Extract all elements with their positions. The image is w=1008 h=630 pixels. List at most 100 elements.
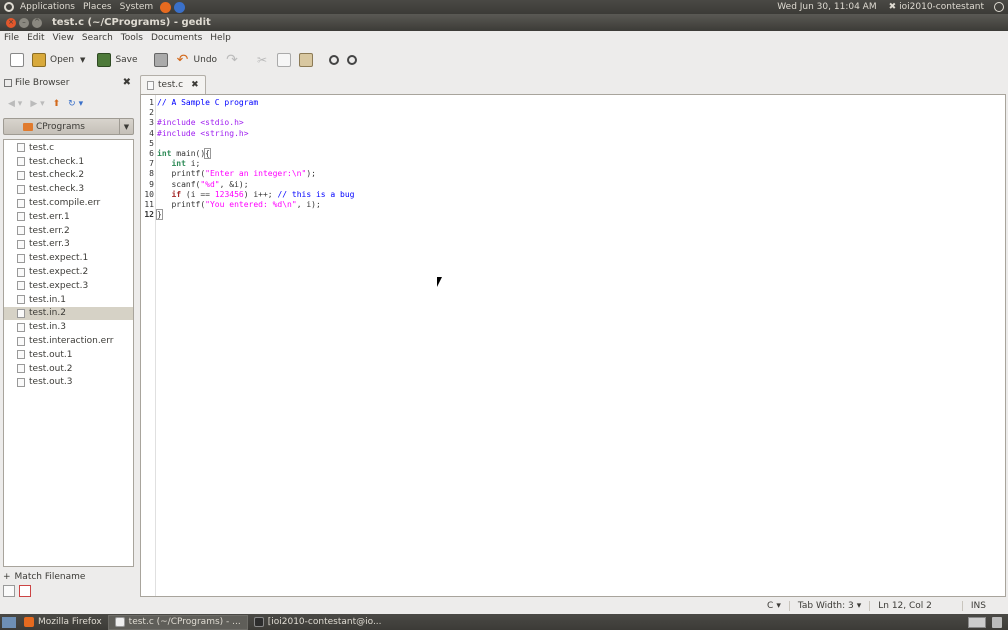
close-side-panel-icon[interactable]: ✖ (123, 77, 131, 88)
code-line[interactable]: int main(){ (157, 147, 355, 159)
match-filename-expander[interactable]: + Match Filename (3, 571, 85, 583)
ubuntu-logo-icon[interactable] (4, 2, 14, 12)
find-button[interactable] (325, 53, 343, 67)
places-menu[interactable]: Places (79, 2, 116, 12)
documents-tab-icon[interactable] (19, 585, 31, 597)
trash-icon[interactable] (992, 616, 1002, 628)
text-document-icon (147, 80, 154, 90)
code-editor[interactable]: 1 2 3 4 5 6 7 8 9 10 11 12 // A Sample C program #in… (140, 94, 1006, 597)
back-arrow-icon[interactable]: ◀ ▾ (8, 99, 22, 109)
file-list-item[interactable]: test.check.2 (4, 169, 133, 183)
text-file-icon (17, 350, 25, 360)
file-list-item[interactable]: test.check.3 (4, 182, 133, 196)
menu-tools[interactable]: Tools (117, 33, 147, 43)
tab-test-c[interactable]: test.c ✖ (140, 75, 206, 94)
save-button[interactable]: Save (93, 51, 141, 69)
show-desktop-icon[interactable] (2, 616, 16, 628)
code-line[interactable] (157, 108, 355, 118)
file-list-item[interactable]: test.expect.2 (4, 265, 133, 279)
file-browser-tab-icon[interactable] (3, 585, 15, 597)
panel-clock[interactable]: Wed Jun 30, 11:04 AM (769, 2, 884, 12)
cursor-position: Ln 12, Col 2 (869, 601, 962, 611)
maximize-window-icon[interactable]: ^ (32, 17, 42, 28)
home-icon[interactable]: ⬆ (53, 99, 61, 109)
file-list-item[interactable]: test.in.2 (4, 306, 133, 321)
undo-button[interactable]: ↶ Undo (172, 51, 222, 69)
code-area[interactable]: // A Sample C program #include <stdio.h> #… (156, 98, 355, 221)
menu-help[interactable]: Help (206, 33, 235, 43)
window-titlebar[interactable]: × – ^ test.c (~/CPrograms) - gedit (0, 14, 1008, 31)
file-list-item[interactable]: test.in.1 (4, 293, 133, 307)
menu-search[interactable]: Search (78, 33, 117, 43)
applications-menu[interactable]: Applications (16, 2, 79, 12)
text-file-icon (17, 336, 25, 346)
close-tab-icon[interactable]: ✖ (191, 80, 199, 90)
language-label: C (767, 601, 774, 611)
power-icon[interactable] (994, 2, 1004, 12)
file-list-item[interactable]: test.out.1 (4, 348, 133, 362)
file-list-item[interactable]: test.c (4, 141, 133, 155)
open-recent-dropdown-icon[interactable]: ▼ (80, 56, 85, 64)
file-list-item[interactable]: test.expect.1 (4, 251, 133, 265)
code-line[interactable] (157, 139, 355, 149)
chevron-down-icon: ▾ (856, 601, 862, 611)
menubar: File Edit View Search Tools Documents He… (0, 31, 1008, 45)
copy-button[interactable] (273, 51, 295, 69)
minimize-window-icon[interactable]: – (19, 17, 29, 28)
top-panel: Applications Places System Wed Jun 30, 1… (0, 0, 1008, 14)
side-panel-title: File Browser (15, 78, 70, 88)
code-line[interactable]: if (i == 123456) i++; // this is a bug (157, 190, 354, 200)
firefox-launcher-icon[interactable] (160, 1, 172, 13)
file-list-item[interactable]: test.out.3 (4, 376, 133, 390)
text-file-icon (17, 377, 25, 387)
file-list-item[interactable]: test.err.3 (4, 238, 133, 252)
file-list-item[interactable]: test.compile.err (4, 196, 133, 210)
file-list-item[interactable]: test.check.1 (4, 155, 133, 169)
file-list-item[interactable]: test.err.1 (4, 210, 133, 224)
code-line[interactable]: // A Sample C program (157, 98, 355, 108)
code-token: , &i); (219, 179, 249, 189)
system-menu[interactable]: System (116, 2, 158, 12)
code-line[interactable]: #include <stdio.h> (157, 118, 355, 128)
task-terminal[interactable]: [ioi2010-contestant@io... (248, 615, 388, 630)
code-line[interactable]: printf("Enter an integer:\n"); (157, 169, 355, 179)
code-line[interactable]: int i; (157, 159, 355, 169)
code-line[interactable]: #include <string.h> (157, 129, 355, 139)
code-line[interactable]: printf("You entered: %d\n", i); (157, 200, 355, 210)
task-firefox[interactable]: Mozilla Firefox (18, 615, 108, 630)
task-gedit[interactable]: test.c (~/CPrograms) - ... (107, 614, 248, 630)
file-list-item[interactable]: test.interaction.err (4, 334, 133, 348)
code-line[interactable]: } (156, 209, 355, 221)
file-list-item[interactable]: test.in.3 (4, 320, 133, 334)
language-selector[interactable]: C ▾ (759, 601, 789, 611)
menu-documents[interactable]: Documents (147, 33, 206, 43)
find-replace-button[interactable] (343, 53, 361, 67)
redo-button[interactable]: ↷ (221, 51, 243, 69)
file-list-item[interactable]: test.out.2 (4, 362, 133, 376)
cut-button[interactable]: ✂ (251, 51, 273, 69)
search-replace-icon (347, 55, 358, 65)
undo-icon: ↶ (176, 52, 189, 68)
new-document-button[interactable] (6, 51, 28, 69)
menu-edit[interactable]: Edit (23, 33, 48, 43)
open-button[interactable]: Open (28, 51, 78, 69)
code-line[interactable]: scanf("%d", &i); (157, 180, 355, 190)
menu-view[interactable]: View (49, 33, 78, 43)
file-list-item[interactable]: test.expect.3 (4, 279, 133, 293)
chevron-down-icon[interactable]: ▼ (119, 119, 133, 134)
workspace-switcher-icon[interactable] (968, 616, 986, 628)
forward-arrow-icon[interactable]: ▶ ▾ (30, 99, 44, 109)
print-button[interactable] (150, 51, 172, 69)
help-launcher-icon[interactable] (174, 1, 186, 13)
tab-width-selector[interactable]: Tab Width: 3 ▾ (788, 601, 869, 611)
folder-combo[interactable]: CPrograms ▼ (3, 118, 134, 135)
file-list-item[interactable]: test.err.2 (4, 224, 133, 238)
user-menu[interactable]: ✖ ioi2010-contestant (885, 2, 988, 12)
refresh-icon[interactable]: ↻ ▾ (68, 99, 83, 109)
chevron-down-icon: ▾ (776, 601, 781, 611)
line-number: 3 (149, 118, 154, 128)
paste-button[interactable] (295, 51, 317, 69)
menu-file[interactable]: File (0, 33, 23, 43)
close-window-icon[interactable]: × (6, 17, 16, 28)
